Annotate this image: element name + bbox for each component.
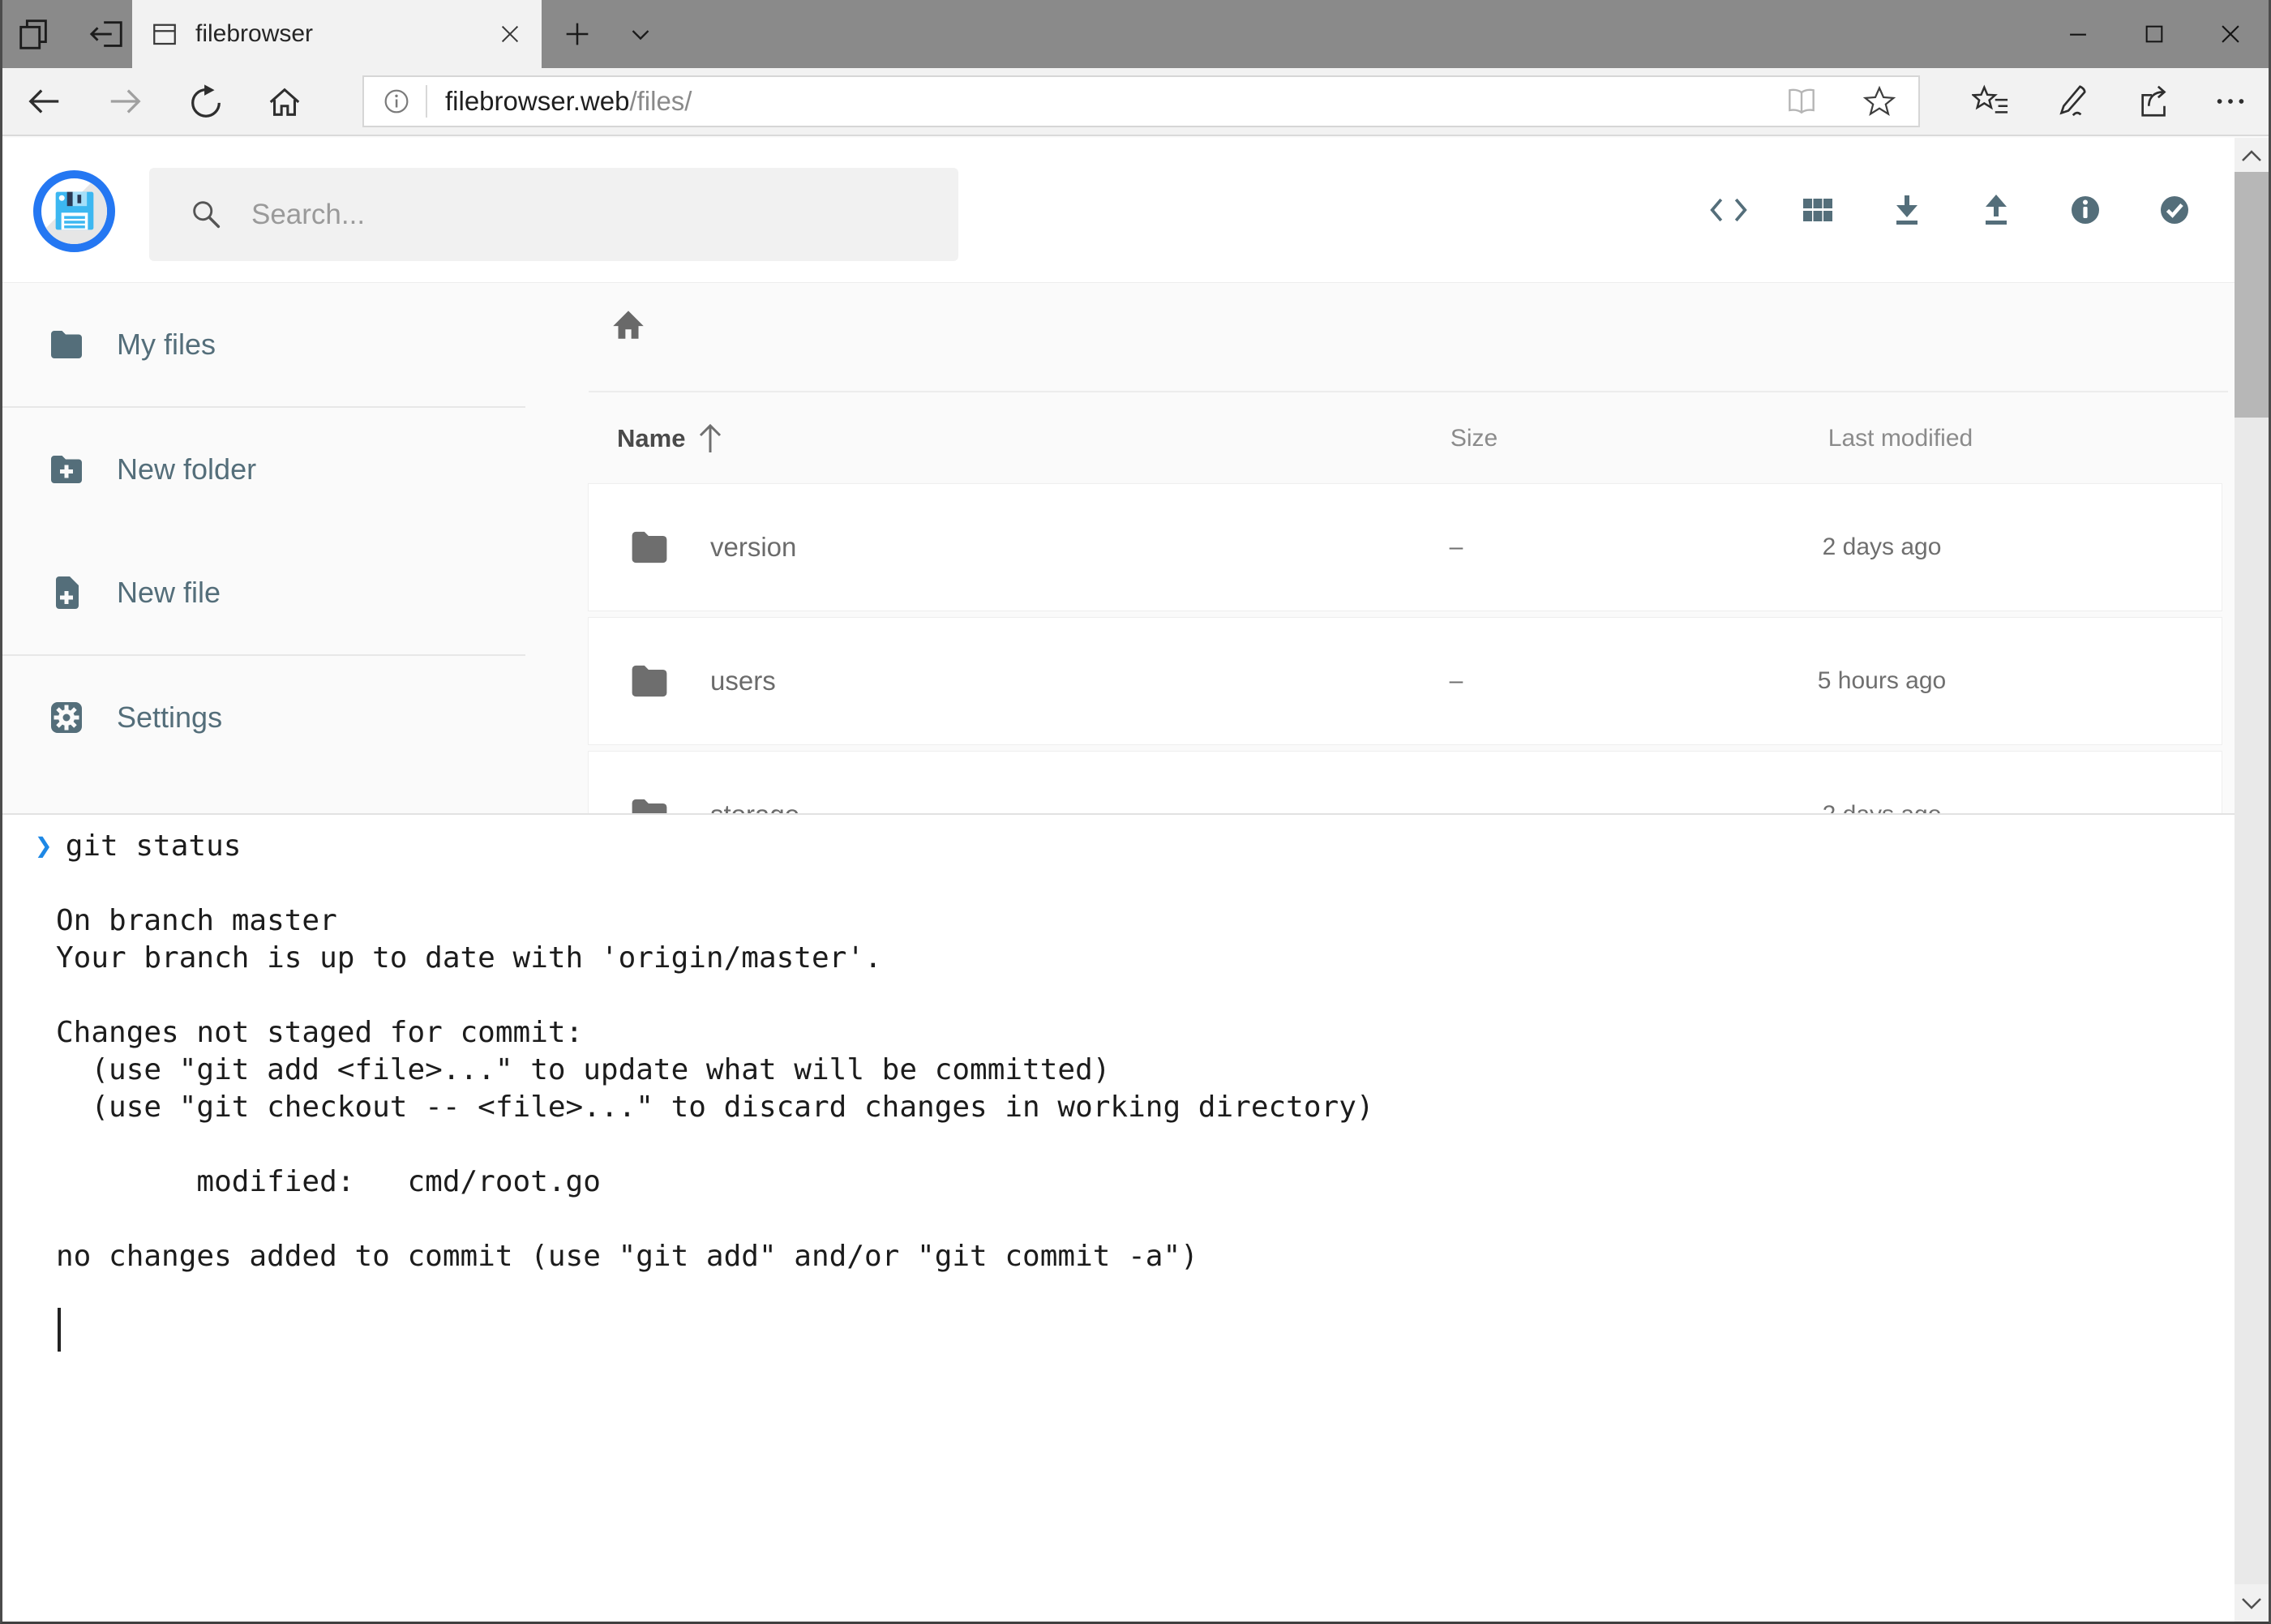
forward-button[interactable] <box>102 68 148 135</box>
file-plus-icon <box>47 573 86 612</box>
home-button[interactable] <box>262 68 307 135</box>
terminal-command-line: ❯ git status <box>35 828 2235 865</box>
url-text: filebrowser.web/files/ <box>445 86 692 117</box>
sidebar-item-label: New folder <box>117 452 256 486</box>
site-info-icon[interactable] <box>380 85 413 118</box>
breadcrumb <box>589 283 2222 391</box>
terminal-cursor <box>58 1308 61 1352</box>
file-name: users <box>710 666 776 696</box>
code-view-button[interactable] <box>1709 191 1748 229</box>
folder-icon <box>47 325 86 364</box>
browser-window: filebrowser <box>0 0 2271 1624</box>
share-icon[interactable] <box>2132 68 2178 135</box>
sidebar-item-new-folder[interactable]: New folder <box>2 408 525 531</box>
address-bar[interactable]: filebrowser.web/files/ <box>362 75 1920 127</box>
search-icon <box>188 196 225 234</box>
folder-icon <box>624 525 675 569</box>
settings-icon <box>47 698 86 737</box>
scrollbar-thumb[interactable] <box>2235 172 2269 418</box>
column-header-size[interactable]: Size <box>1417 425 1531 452</box>
tabs-aside-icon[interactable] <box>88 15 126 53</box>
sidebar-item-label: My files <box>117 328 216 362</box>
page-viewport: My files New folder <box>2 138 2269 1622</box>
sidebar-item-my-files[interactable]: My files <box>2 283 525 406</box>
column-name-label: Name <box>617 424 685 453</box>
select-multiple-button[interactable] <box>2155 191 2194 229</box>
file-size: – <box>1399 667 1513 695</box>
search-input[interactable] <box>251 199 900 231</box>
url-host: filebrowser.web <box>445 86 629 116</box>
more-icon[interactable] <box>2208 68 2253 135</box>
column-header-modified[interactable]: Last modified <box>1779 425 2022 452</box>
back-button[interactable] <box>22 68 67 135</box>
home-icon <box>608 304 649 345</box>
file-name: version <box>710 532 796 563</box>
tab-close-icon[interactable] <box>498 22 522 46</box>
folder-plus-icon <box>47 450 86 489</box>
favorite-star-icon[interactable] <box>1862 84 1897 119</box>
address-separator <box>426 85 427 118</box>
terminal-panel[interactable]: ❯ git status On branch master Your branc… <box>2 813 2235 1622</box>
column-header-name[interactable]: Name <box>617 422 724 455</box>
tab-list-button[interactable] <box>622 0 659 68</box>
terminal-command: git status <box>66 828 242 865</box>
scroll-up-button[interactable] <box>2235 138 2269 175</box>
file-row-users[interactable]: users – 5 hours ago <box>589 618 2222 744</box>
sidebar-item-label: New file <box>117 576 221 610</box>
prompt-chevron: ❯ <box>35 828 53 865</box>
minimize-button[interactable] <box>2040 0 2116 68</box>
breadcrumb-home-button[interactable] <box>608 304 649 345</box>
reading-view-icon[interactable] <box>1784 84 1819 119</box>
file-modified: 2 days ago <box>1760 533 2003 561</box>
floppy-disk-icon <box>52 188 97 234</box>
tab-favicon-icon <box>150 19 179 49</box>
file-modified: 5 hours ago <box>1760 667 2003 695</box>
scroll-down-button[interactable] <box>2235 1584 2269 1622</box>
listing-header: Name Size Last modified <box>589 392 2222 484</box>
grid-view-button[interactable] <box>1798 191 1837 229</box>
file-size: – <box>1399 533 1513 561</box>
sidebar-item-settings[interactable]: Settings <box>2 656 525 779</box>
info-button[interactable] <box>2066 191 2105 229</box>
tab-preview-icon[interactable] <box>15 15 53 53</box>
sidebar-item-label: Settings <box>117 701 222 735</box>
refresh-button[interactable] <box>183 68 229 135</box>
folder-icon <box>624 659 675 703</box>
url-path: /files/ <box>629 86 692 116</box>
terminal-output: On branch master Your branch is up to da… <box>56 865 2235 1275</box>
browser-toolbar: filebrowser.web/files/ <box>2 68 2269 136</box>
sort-ascending-icon <box>696 422 724 455</box>
new-tab-button[interactable] <box>559 0 596 68</box>
tab-filebrowser[interactable]: filebrowser <box>132 0 542 68</box>
chevron-down-icon <box>2239 1594 2264 1612</box>
filebrowser-logo[interactable] <box>33 170 115 252</box>
search-bar[interactable] <box>149 168 958 261</box>
close-button[interactable] <box>2192 0 2269 68</box>
download-button[interactable] <box>1888 191 1926 229</box>
hub-favorites-icon[interactable] <box>1968 68 2013 135</box>
app-header <box>2 138 2235 283</box>
titlebar: filebrowser <box>2 0 2269 68</box>
annotate-pen-icon[interactable] <box>2047 68 2093 135</box>
maximize-button[interactable] <box>2116 0 2192 68</box>
sidebar-item-new-file[interactable]: New file <box>2 531 525 654</box>
chevron-up-icon <box>2239 148 2264 165</box>
vertical-scrollbar[interactable] <box>2235 138 2269 1622</box>
file-row-version[interactable]: version – 2 days ago <box>589 484 2222 611</box>
upload-button[interactable] <box>1977 191 2016 229</box>
tab-title: filebrowser <box>195 20 498 48</box>
